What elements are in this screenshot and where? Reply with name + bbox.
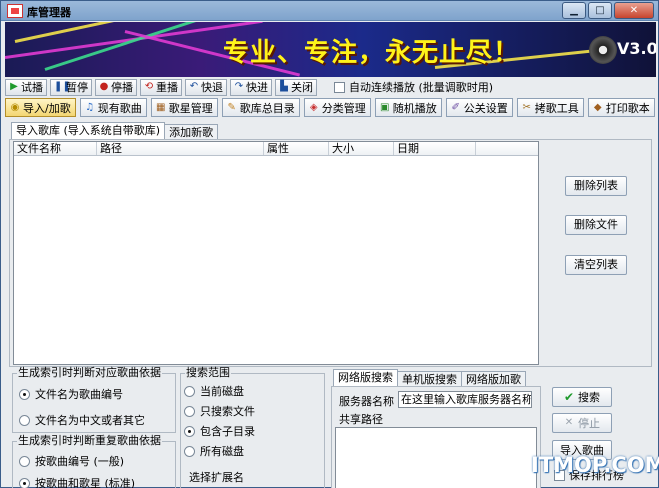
control-button-0[interactable]: ▶ 试播 bbox=[5, 78, 47, 96]
radio-filename-as-number[interactable]: 文件名为歌曲编号 bbox=[19, 386, 123, 402]
extension-label: 选择扩展名 bbox=[189, 471, 244, 484]
play-icon: ▶ bbox=[10, 81, 18, 92]
file-list[interactable]: 文件名称 路径 属性 大小 日期 bbox=[13, 141, 539, 365]
file-list-header: 文件名称 路径 属性 大小 日期 bbox=[14, 142, 538, 156]
disc-import-icon: ◉ bbox=[10, 101, 20, 113]
toolbar-button-5[interactable]: ▣ 随机播放 bbox=[374, 98, 442, 117]
stop-icon: ● bbox=[99, 81, 109, 92]
import-tabs: 导入歌库 (导入系统自带歌库) 添加新歌 bbox=[11, 122, 219, 140]
rewind-icon: ↶ bbox=[189, 81, 199, 92]
radio-icon bbox=[184, 385, 195, 397]
server-name-input[interactable]: 在这里输入歌库服务器名称 bbox=[398, 391, 532, 408]
column-filename[interactable]: 文件名称 bbox=[14, 142, 97, 155]
singer-book-icon: ▦ bbox=[155, 101, 166, 113]
settings-icon: ✐ bbox=[451, 101, 460, 113]
network-tabs: 网络版搜索 单机版搜索 网络版加歌 bbox=[333, 369, 526, 387]
radio-include-subdirs[interactable]: 包含子目录 bbox=[184, 423, 255, 439]
control-button-1[interactable]: ❚❚ 暂停 bbox=[50, 78, 92, 96]
category-icon: ◈ bbox=[309, 101, 318, 113]
toolbar-button-2[interactable]: ▦ 歌星管理 bbox=[150, 98, 218, 117]
watermark-text: ITMOP.COM bbox=[531, 453, 659, 477]
index-basis-title: 生成索引时判断对应歌曲依据 bbox=[17, 366, 162, 379]
radio-icon bbox=[19, 414, 30, 426]
banner-version: V3.0 bbox=[617, 39, 656, 58]
radio-icon bbox=[19, 455, 30, 467]
auto-play-checkbox[interactable]: 自动连续播放 (批量调歌时用) bbox=[334, 79, 493, 95]
minimize-button[interactable]: ▁ bbox=[562, 2, 586, 19]
stop-button[interactable]: ✕ 停止 bbox=[552, 413, 612, 433]
banner-slogan: 专业、专注，永无止尽！ bbox=[223, 38, 521, 68]
control-button-5[interactable]: ↷ 快进 bbox=[230, 78, 272, 96]
main-toolbar: ◉ 导入/加歌 ♫ 现有歌曲 ▦ 歌星管理 ✎ 歌库总目录 ◈ 分类管理 ▣ 随机播放 ✐ 公关设置 ✂ 拷歌… bbox=[5, 97, 656, 118]
fast-forward-icon: ↷ bbox=[234, 81, 244, 92]
copy-tool-icon: ✂ bbox=[522, 101, 531, 113]
replay-icon: ⟲ bbox=[144, 81, 154, 92]
toolbar-button-0[interactable]: ◉ 导入/加歌 bbox=[5, 98, 76, 117]
catalog-icon: ✎ bbox=[227, 101, 236, 113]
clear-list-button[interactable]: 清空列表 bbox=[565, 255, 627, 275]
radio-icon bbox=[184, 425, 195, 437]
app-icon bbox=[7, 4, 23, 18]
control-button-3[interactable]: ⟲ 重播 bbox=[140, 78, 182, 96]
column-path[interactable]: 路径 bbox=[97, 142, 264, 155]
column-date[interactable]: 日期 bbox=[394, 142, 476, 155]
radio-by-song-and-singer[interactable]: 按歌曲和歌星 (标准) bbox=[19, 475, 135, 488]
banner-image: 专业、专注，永无止尽！ V3.0 bbox=[5, 22, 656, 77]
maximize-button[interactable]: □ bbox=[588, 2, 612, 19]
music-note-icon: ♫ bbox=[85, 101, 95, 113]
share-path-label: 共享路径 bbox=[339, 413, 383, 426]
radio-icon bbox=[19, 388, 30, 400]
control-button-4[interactable]: ↶ 快退 bbox=[185, 78, 227, 96]
radio-icon bbox=[184, 445, 195, 457]
toolbar-button-6[interactable]: ✐ 公关设置 bbox=[445, 98, 513, 117]
search-button[interactable]: ✔ 搜索 bbox=[552, 387, 612, 407]
shuffle-icon: ▣ bbox=[379, 101, 390, 113]
stop-x-icon: ✕ bbox=[564, 417, 574, 428]
window-controls: ▁ □ ✕ bbox=[562, 2, 654, 19]
toolbar-button-1[interactable]: ♫ 现有歌曲 bbox=[79, 98, 147, 117]
server-name-label: 服务器名称 bbox=[339, 395, 394, 408]
toolbar-button-3[interactable]: ✎ 歌库总目录 bbox=[221, 98, 300, 117]
disc-icon bbox=[589, 36, 617, 64]
tab-network-add-song[interactable]: 网络版加歌 bbox=[461, 371, 526, 387]
search-scope-title: 搜索范围 bbox=[185, 366, 231, 379]
column-attribute[interactable]: 属性 bbox=[264, 142, 329, 155]
radio-filename-as-chinese[interactable]: 文件名为中文或者其它 bbox=[19, 412, 145, 428]
pause-icon: ❚❚ bbox=[54, 81, 71, 92]
tab-standalone-search[interactable]: 单机版搜索 bbox=[397, 371, 462, 387]
checkbox-icon bbox=[334, 81, 345, 93]
print-icon: ◆ bbox=[593, 101, 602, 113]
radio-current-disk[interactable]: 当前磁盘 bbox=[184, 383, 244, 399]
duplicate-basis-title: 生成索引时判断重复歌曲依据 bbox=[17, 434, 162, 447]
toolbar-button-4[interactable]: ◈ 分类管理 bbox=[303, 98, 371, 117]
share-path-list[interactable] bbox=[335, 427, 537, 488]
title-bar[interactable]: 库管理器 ▁ □ ✕ bbox=[1, 1, 658, 21]
checkmark-icon: ✔ bbox=[564, 390, 575, 404]
control-button-2[interactable]: ● 停播 bbox=[95, 78, 137, 96]
delete-list-button[interactable]: 删除列表 bbox=[565, 176, 627, 196]
playback-control-bar: ▶ 试播 ❚❚ 暂停 ● 停播 ⟲ 重播 ↶ 快退 ↷ 快进 ▙ 关闭 自动连续播放 (批量调歌时用) bbox=[5, 78, 656, 96]
delete-file-button[interactable]: 删除文件 bbox=[565, 215, 627, 235]
column-size[interactable]: 大小 bbox=[329, 142, 394, 155]
close-button[interactable]: ✕ bbox=[614, 2, 654, 19]
main-window: 库管理器 ▁ □ ✕ 专业、专注，永无止尽！ V3.0 ▶ 试播 ❚❚ 暂停 ● 停播 ⟲ 重… bbox=[0, 0, 659, 488]
radio-files-only[interactable]: 只搜索文件 bbox=[184, 403, 255, 419]
radio-icon bbox=[184, 405, 195, 417]
tab-import-library[interactable]: 导入歌库 (导入系统自带歌库) bbox=[11, 122, 166, 140]
close-player-icon: ▙ bbox=[280, 81, 288, 92]
control-button-6[interactable]: ▙ 关闭 bbox=[275, 78, 317, 96]
radio-by-song-number[interactable]: 按歌曲编号 (一般) bbox=[19, 453, 124, 469]
toolbar-button-8[interactable]: ◆ 打印歌本 bbox=[587, 98, 655, 117]
tab-network-search[interactable]: 网络版搜索 bbox=[333, 369, 398, 387]
toolbar-button-7[interactable]: ✂ 拷歌工具 bbox=[516, 98, 584, 117]
window-title: 库管理器 bbox=[27, 6, 71, 19]
radio-icon bbox=[19, 477, 30, 488]
tab-add-new-song[interactable]: 添加新歌 bbox=[164, 124, 219, 140]
radio-all-disks[interactable]: 所有磁盘 bbox=[184, 443, 244, 459]
